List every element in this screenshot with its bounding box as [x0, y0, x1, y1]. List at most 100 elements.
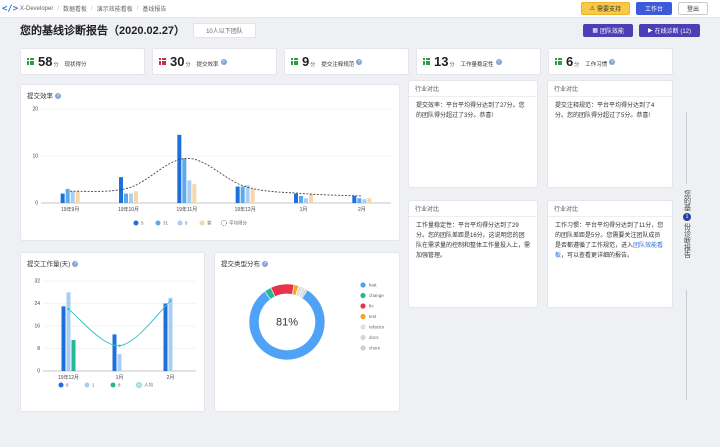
metric-card: 9 分 提交注释规范 ?: [284, 48, 409, 75]
industry-card: 行业对比 工作习惯：平台平均得分达到了11分，您的团队差距是5分。您需要关注团队…: [547, 200, 673, 308]
type-donut-chart: 81% feat change fix test refactor docs chore: [248, 282, 385, 361]
breadcrumb-item[interactable]: X-Developer: [20, 6, 53, 12]
bar: [163, 303, 168, 371]
help-icon[interactable]: ?: [495, 58, 502, 65]
help-icon[interactable]: ?: [356, 58, 363, 65]
bar: [250, 188, 255, 203]
help-icon[interactable]: ?: [220, 58, 227, 65]
bar: [362, 199, 367, 203]
bar: [168, 297, 173, 371]
online-diagnosis-button[interactable]: ▶ 在线诊断 (12): [639, 24, 700, 37]
x-tick-label: 1月: [116, 375, 124, 381]
industry-card-head: 行业对比: [548, 81, 672, 97]
metric-value: 9: [302, 54, 310, 69]
x-tick-label: 19年9月: [61, 206, 79, 213]
legend-label: 31: [163, 221, 169, 226]
play-icon: ▶: [648, 28, 653, 34]
legend-marker: [221, 220, 227, 226]
x-tick-label: 19年12月: [235, 206, 256, 213]
industry-card-head: 行业对比: [409, 201, 537, 217]
legend-label: 平均得分: [229, 220, 247, 227]
y-tick-label: 8: [37, 346, 40, 352]
industry-card: 行业对比 提交注释规范：平台平均得分达到了4分。您的团队得分超过了5分。恭喜!: [547, 80, 673, 188]
dot: [560, 63, 563, 66]
breadcrumb-item[interactable]: 基线报告: [142, 4, 166, 13]
average-point: [169, 299, 172, 302]
legend-marker: [360, 324, 366, 330]
average-point: [118, 344, 121, 347]
x-tick-label: 2月: [358, 207, 366, 213]
industry-card-head: 行业对比: [548, 201, 672, 217]
metric-card: 30 分 提交效率 ?: [152, 48, 277, 75]
breadcrumb-separator: /: [136, 5, 139, 12]
metric-label: 工作量稳定性: [460, 61, 494, 68]
dot: [32, 63, 35, 66]
legend-label: 8: [66, 383, 69, 388]
x-tick-label: 19年11月: [176, 206, 197, 213]
breadcrumb-separator: /: [57, 5, 60, 12]
team-efficiency-button[interactable]: ▦ 团队效能: [583, 24, 634, 37]
donut-center-label: 81%: [276, 317, 298, 329]
panel-title: 提交效率?: [27, 93, 61, 100]
legend-label: 5: [141, 221, 144, 226]
legend-marker: [177, 220, 183, 226]
bar: [182, 158, 187, 203]
bar: [235, 186, 240, 203]
pie-slice: [270, 283, 295, 298]
industry-card: 行业对比 工作量稳定性：平台平均得分达到了29分。您的团队差距是16分。这说明您…: [408, 200, 538, 308]
metric-unit: 分: [449, 61, 455, 68]
breadcrumb-item[interactable]: 数据看板: [63, 4, 87, 13]
workbench-button[interactable]: 工作台: [635, 2, 672, 15]
bar: [352, 195, 357, 203]
header-actions: ▦ 团队效能 ▶ 在线诊断 (12): [583, 24, 700, 37]
bar: [66, 292, 71, 371]
legend-marker: [110, 382, 116, 388]
industry-card: 行业对比 提交效率：平台平均得分达到了27分。您的团队得分超过了3分。恭喜!: [408, 80, 538, 188]
page-title: 您的基线诊断报告（2020.02.27）: [20, 25, 186, 37]
legend-marker: [360, 282, 366, 288]
y-tick-label: 0: [37, 369, 40, 375]
bar: [65, 188, 70, 203]
side-line: [686, 112, 687, 184]
bar: [304, 198, 308, 203]
metric-label: 提交注释规范: [321, 61, 355, 68]
bar: [134, 191, 138, 203]
x-tick-label: 1月: [300, 207, 308, 213]
dots-grid-icon: [159, 58, 167, 66]
panel-title: 提交类型分布?: [221, 261, 268, 268]
side-line: [686, 290, 687, 400]
side-tab-count: 1: [683, 213, 691, 221]
x-tick-label: 19年10月: [118, 206, 139, 213]
panel-title: 提交工作量(天)?: [27, 261, 79, 268]
average-point: [67, 307, 70, 311]
bar: [112, 334, 117, 371]
dot: [428, 63, 431, 66]
app-logo[interactable]: </>: [0, 4, 20, 14]
average-line: [70, 157, 362, 197]
y-tick-label: 20: [32, 107, 38, 113]
legend-label: docs: [369, 335, 379, 340]
bar: [192, 184, 197, 203]
legend-marker: [84, 382, 90, 388]
report-side-tab[interactable]: 您的基 1 份诊断报告: [680, 190, 694, 258]
legend-marker: [360, 313, 366, 320]
team-size-tab[interactable]: 10人以下团队: [193, 22, 256, 38]
support-button[interactable]: ⚠ 需要支持: [580, 2, 630, 15]
legend-label: feat: [369, 283, 377, 288]
bar: [309, 193, 313, 203]
side-tab-text: 您的基: [683, 190, 691, 211]
legend-label: 普: [207, 220, 212, 227]
legend-marker: [58, 382, 64, 388]
breadcrumb-item[interactable]: 演示效能看板: [97, 4, 133, 13]
logout-button[interactable]: 登出: [677, 2, 708, 15]
y-tick-label: 10: [32, 154, 38, 160]
legend-marker: [360, 303, 366, 309]
industry-card-head: 行业对比: [409, 81, 537, 97]
metric-unit: 分: [310, 61, 316, 68]
dots-grid-icon: [291, 58, 299, 66]
bar: [71, 340, 76, 371]
dots-grid-icon: [555, 58, 563, 66]
help-icon[interactable]: ?: [609, 58, 616, 65]
bar: [124, 193, 128, 203]
workload-chart-panel: 提交工作量(天)? 0 8 16 24 32 19年12月 1月 2月 8 1 8 人均: [20, 252, 205, 412]
